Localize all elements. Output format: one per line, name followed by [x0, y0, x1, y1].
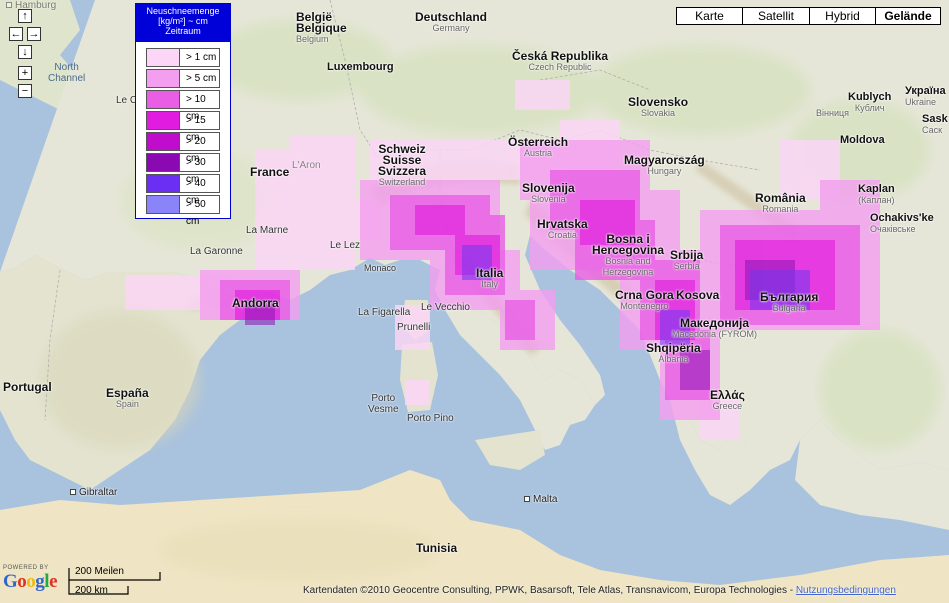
pan-down-button[interactable]: ↓: [18, 45, 32, 59]
pan-right-button[interactable]: →: [27, 27, 41, 41]
map-type-gelaende-button[interactable]: Gelände: [875, 7, 941, 25]
label-serbia: Srbija Serbia: [670, 248, 704, 271]
label-switzerland: Schweiz Suisse Svizzera Switzerland: [378, 142, 427, 187]
label-north-channel: North Channel: [48, 62, 86, 84]
label-montenegro: Crna Gora Montenegro: [615, 288, 674, 311]
label-le-c: Le C: [116, 95, 138, 106]
label-vinnytsia: Вінниця: [816, 108, 849, 118]
pan-left-button[interactable]: ←: [9, 27, 23, 41]
label-malta: Malta: [524, 494, 557, 505]
legend-title: Neuschneemenge [kg/m²] ~ cm Zeitraum: [136, 4, 230, 42]
legend-swatch: [147, 112, 180, 129]
label-slovenia: Slovenija Slovenia: [522, 181, 575, 204]
label-italy: Italia Italy: [476, 266, 504, 289]
legend-swatch: [147, 133, 180, 150]
label-france: France: [250, 165, 290, 179]
label-porto-pino: Porto Pino: [407, 413, 454, 424]
label-le-lez: Le Lez: [330, 240, 361, 251]
label-croatia: Hrvatska Croatia: [537, 217, 588, 240]
label-bosnia: Bosna i Hercegovina Bosnia and Herzegovina: [592, 232, 665, 277]
label-ukraine: Україна Ukraine: [905, 85, 946, 108]
label-bulgaria: България Bulgaria: [760, 290, 819, 313]
label-la-garonne: La Garonne: [190, 246, 243, 257]
legend-swatch: [147, 70, 180, 87]
legend-swatch: [147, 154, 180, 171]
legend-row: > 15 cm: [146, 111, 220, 143]
scale-km: 200 km: [75, 585, 108, 596]
label-hungary: Magyarország Hungary: [624, 153, 705, 176]
label-moldova: Moldova: [840, 134, 885, 146]
google-wordmark: Google: [3, 571, 57, 592]
terms-link[interactable]: Nutzungsbedingungen: [796, 585, 896, 596]
label-la-figarella: La Figarella: [358, 307, 411, 318]
label-la-marne: La Marne: [246, 225, 289, 236]
label-germany: Deutschland Germany: [415, 10, 488, 33]
legend-row: > 40 cm: [146, 174, 220, 206]
label-kaplan: Kaplan (Каплан): [858, 183, 895, 206]
zoom-out-button[interactable]: −: [18, 84, 32, 98]
label-czech: Česká Republika Czech Republic: [512, 49, 609, 72]
label-ochakivske: Ochakivs'ke Очаківське: [870, 212, 934, 235]
label-romania: România Romania: [755, 191, 806, 214]
legend-swatch: [147, 49, 180, 66]
label-austria: Österreich Austria: [508, 135, 569, 158]
label-sask: Sask Саск: [922, 113, 948, 136]
map-type-satellit-button[interactable]: Satellit: [742, 7, 810, 25]
legend-row: > 1 cm: [146, 48, 220, 67]
label-gibraltar: Gibraltar: [70, 487, 117, 498]
label-porto-vesme: Porto Vesme: [368, 393, 399, 415]
pan-up-button[interactable]: ↑: [18, 9, 32, 23]
zoom-in-button[interactable]: +: [18, 66, 32, 80]
label-monaco: Monaco: [364, 263, 397, 273]
legend-swatch: [147, 175, 180, 192]
legend-row: > 50 cm: [146, 195, 220, 227]
legend-swatch: [147, 196, 180, 213]
label-prunelli: Prunelli: [397, 322, 431, 333]
label-andorra: Andorra: [232, 296, 279, 310]
legend-row: > 30 cm: [146, 153, 220, 185]
map-type-hybrid-button[interactable]: Hybrid: [809, 7, 876, 25]
label-le-vecchio: Le Vecchio: [421, 302, 470, 313]
label-portugal: Portugal: [3, 380, 52, 394]
map-type-control: Karte Satellit Hybrid Gelände: [676, 7, 941, 25]
label-laron: L'Aron: [292, 160, 321, 171]
copyright-text: Kartendaten ©2010 Geocentre Consulting, …: [303, 585, 896, 596]
label-greece: Ελλάς Greece: [710, 388, 745, 411]
map-type-karte-button[interactable]: Karte: [676, 7, 743, 25]
google-logo[interactable]: POWERED BY Google: [3, 565, 57, 593]
label-slovakia: Slovensko Slovakia: [628, 95, 689, 118]
label-luxembourg: Luxembourg: [327, 61, 394, 73]
label-spain: España Spain: [106, 386, 149, 409]
legend-row: > 5 cm: [146, 69, 220, 88]
scale-miles: 200 Meilen: [75, 566, 124, 577]
legend-swatch: [147, 91, 180, 108]
label-kosova: Kosova: [676, 288, 720, 302]
label-albania: Shqipëria Albania: [646, 341, 701, 364]
snow-legend: Neuschneemenge [kg/m²] ~ cm Zeitraum > 1…: [135, 3, 231, 227]
label-macedonia: Македонија Macedonia (FYROM): [672, 316, 758, 339]
label-kublych: Kublych Кублич: [848, 91, 892, 114]
legend-row: > 20 cm: [146, 132, 220, 164]
label-belgium: België Belgique Belgium: [296, 10, 347, 44]
legend-row: > 10 cm: [146, 90, 220, 122]
label-tunisia: Tunisia: [416, 541, 458, 555]
